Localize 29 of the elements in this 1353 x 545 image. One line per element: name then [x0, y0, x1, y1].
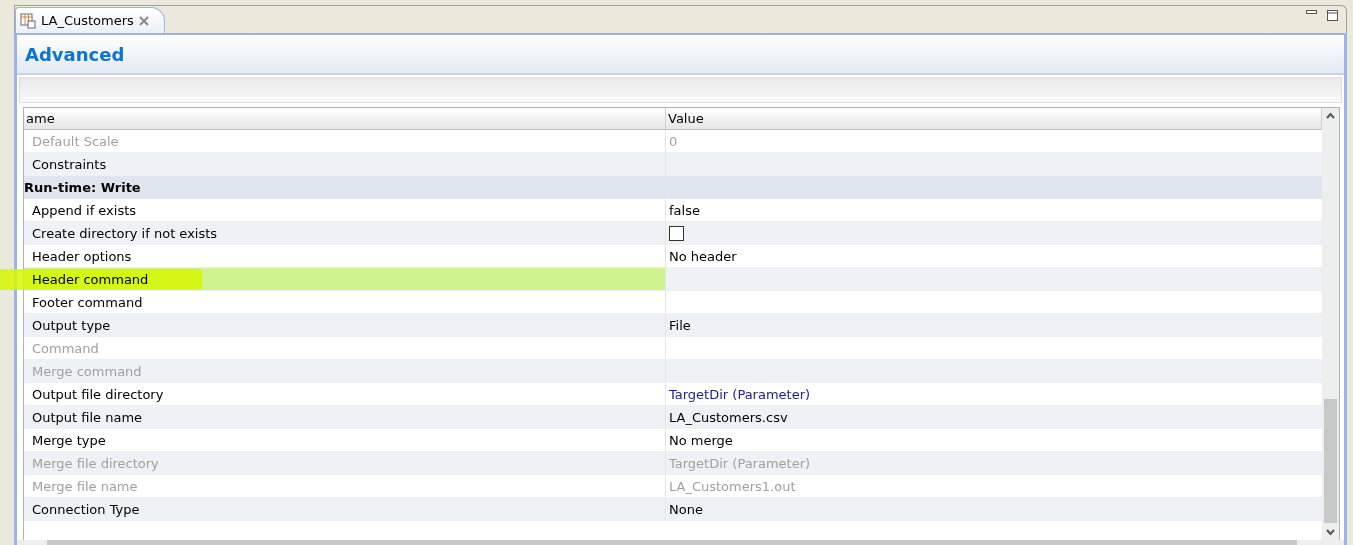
checkbox[interactable] [669, 225, 684, 241]
property-name[interactable]: Output file name [32, 409, 143, 425]
scroll-thumb[interactable] [1324, 399, 1337, 523]
property-name[interactable]: Merge type [32, 432, 106, 448]
section-title: Advanced [25, 43, 125, 65]
minimize-icon[interactable] [1306, 10, 1317, 15]
value-cell[interactable]: File [666, 314, 1322, 337]
value-cell[interactable]: None [666, 498, 1322, 521]
property-name[interactable]: Constraints [32, 156, 107, 172]
property-name[interactable]: Output file directory [32, 386, 164, 402]
editor-tab[interactable]: LA_Customers [15, 7, 165, 33]
property-name[interactable]: Append if exists [32, 202, 137, 218]
table-icon [20, 12, 36, 29]
group-row[interactable]: Run-time: Write [24, 176, 1322, 199]
close-icon[interactable] [138, 15, 149, 26]
maximize-icon[interactable] [1327, 10, 1338, 21]
property-name[interactable]: Connection Type [32, 501, 140, 517]
property-name[interactable]: Output type [32, 317, 111, 333]
property-name[interactable]: Header options [32, 248, 132, 264]
value-cell[interactable]: LA_Customers.csv [666, 406, 1322, 429]
value-cell[interactable] [666, 222, 1322, 245]
property-name[interactable]: Header command [32, 271, 149, 287]
value-cell[interactable] [666, 153, 1322, 176]
value-cell[interactable] [666, 360, 1322, 383]
tab-title: LA_Customers [41, 13, 134, 28]
vertical-scrollbar[interactable] [1322, 108, 1339, 540]
property-name[interactable]: Footer command [32, 294, 143, 310]
value-cell[interactable] [666, 268, 1322, 291]
column-header[interactable]: ame [24, 108, 666, 129]
